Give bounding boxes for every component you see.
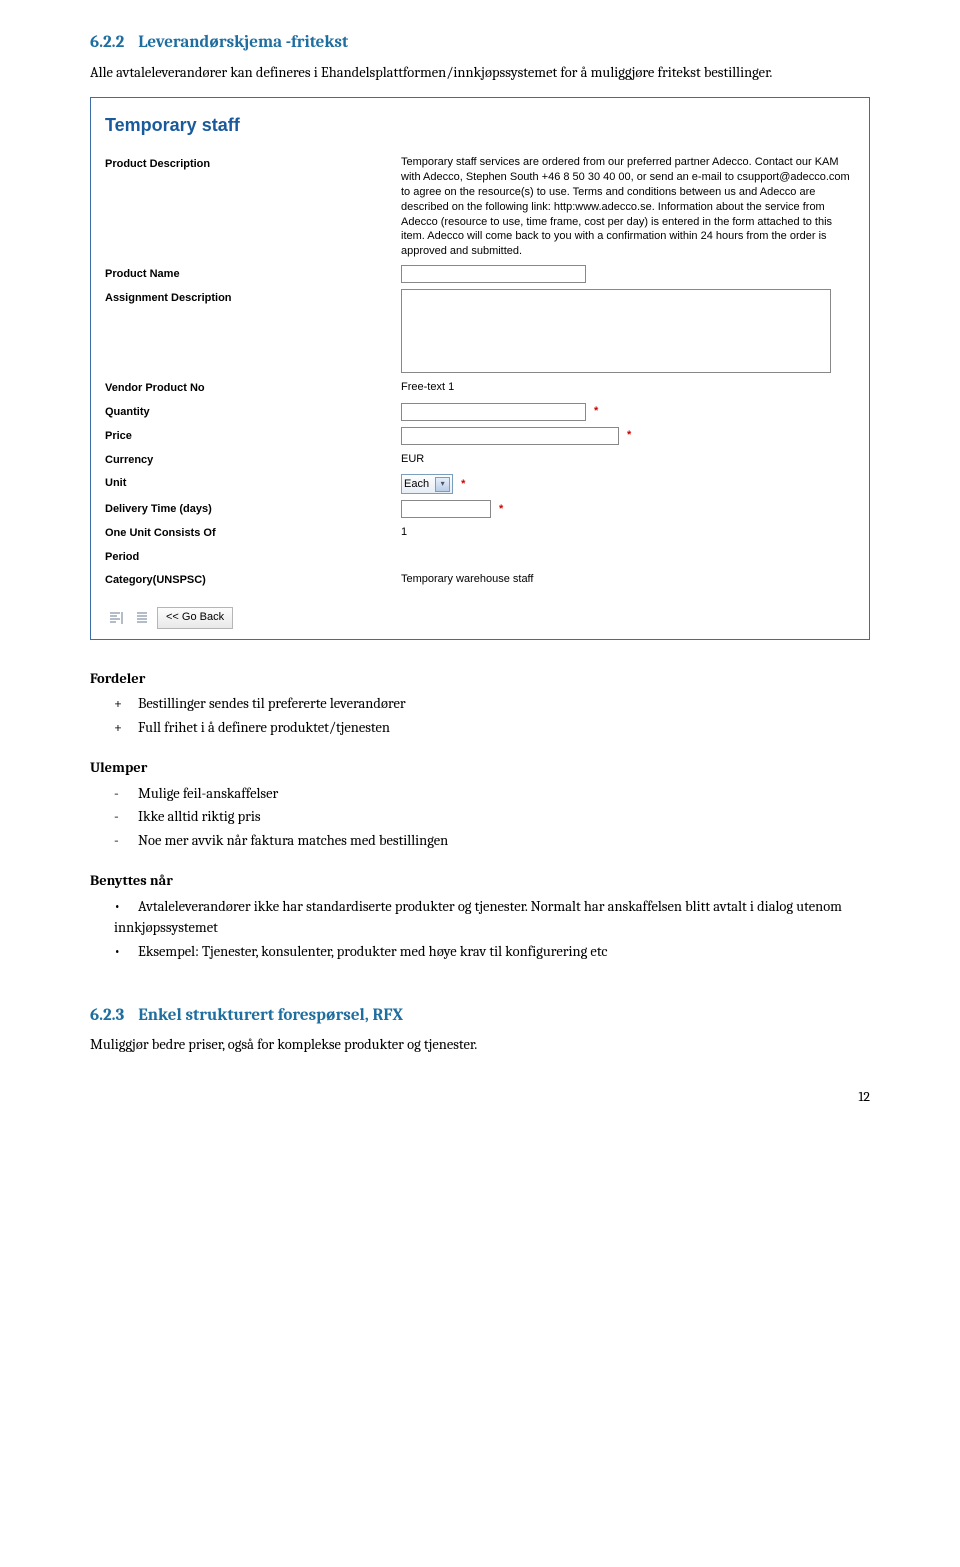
unit-select-value: Each — [404, 476, 429, 493]
row-product-name: Product Name — [101, 265, 859, 283]
list-item: Avtaleleverandører ikke har standardiser… — [114, 896, 870, 940]
section-body-623: Muliggjør bedre priser, også for komplek… — [90, 1034, 870, 1056]
label-product-name: Product Name — [101, 265, 401, 283]
benyttes-list: Avtaleleverandører ikke har standardiser… — [90, 896, 870, 963]
list-item: Full frihet i å definere produktet/tjene… — [138, 717, 870, 739]
list-item: Ikke alltid riktig pris — [138, 806, 870, 828]
section-heading-622: 6.2.2 Leverandørskjema -fritekst — [90, 30, 870, 56]
list-item: Bestillinger sendes til prefererte lever… — [138, 693, 870, 715]
fordeler-heading: Fordeler — [90, 668, 870, 690]
row-currency: Currency EUR — [101, 451, 859, 469]
benyttes-block: Benyttes når Avtaleleverandører ikke har… — [90, 870, 870, 963]
section-title: Leverandørskjema -fritekst — [138, 33, 348, 52]
value-currency: EUR — [401, 451, 859, 468]
row-assignment-description: Assignment Description — [101, 289, 859, 373]
section-body-622: Alle avtaleleverandører kan defineres i … — [90, 62, 870, 84]
ulemper-heading: Ulemper — [90, 757, 870, 779]
product-name-field[interactable] — [401, 265, 586, 283]
label-product-description: Product Description — [101, 155, 401, 173]
assignment-description-field[interactable] — [401, 289, 831, 373]
page-number: 12 — [90, 1086, 870, 1107]
section-title: Enkel strukturert forespørsel, RFX — [138, 1006, 403, 1025]
value-vendor-product-no: Free-text 1 — [401, 379, 859, 396]
go-back-button[interactable]: << Go Back — [157, 607, 233, 629]
row-product-description: Product Description Temporary staff serv… — [101, 155, 859, 259]
list-item: Noe mer avvik når faktura matches med be… — [138, 830, 870, 852]
label-price: Price — [101, 427, 401, 445]
chevron-down-icon: ▾ — [435, 477, 450, 492]
section-number: 6.2.3 — [90, 1006, 124, 1025]
label-vendor-product-no: Vendor Product No — [101, 379, 401, 397]
required-mark: * — [461, 476, 465, 493]
row-quantity: Quantity * — [101, 403, 859, 421]
row-vendor-product-no: Vendor Product No Free-text 1 — [101, 379, 859, 397]
label-one-unit-consists-of: One Unit Consists Of — [101, 524, 401, 542]
align-justify-icon[interactable] — [131, 607, 153, 629]
form-temporary-staff: Temporary staff Product Description Temp… — [90, 97, 870, 639]
quantity-field[interactable] — [401, 403, 586, 421]
price-field[interactable] — [401, 427, 619, 445]
label-category: Category(UNSPSC) — [101, 571, 401, 589]
fordeler-block: Fordeler Bestillinger sendes til prefere… — [90, 668, 870, 739]
benyttes-heading: Benyttes når — [90, 870, 870, 892]
label-unit: Unit — [101, 474, 401, 492]
required-mark: * — [499, 501, 503, 518]
required-mark: * — [594, 403, 598, 420]
align-left-icon[interactable] — [105, 607, 127, 629]
section-heading-623: 6.2.3 Enkel strukturert forespørsel, RFX — [90, 1003, 870, 1029]
unit-select[interactable]: Each ▾ — [401, 474, 453, 494]
required-mark: * — [627, 427, 631, 444]
label-currency: Currency — [101, 451, 401, 469]
delivery-time-field[interactable] — [401, 500, 491, 518]
row-unit: Unit Each ▾ * — [101, 474, 859, 494]
form-footer: << Go Back — [101, 607, 859, 629]
ulemper-block: Ulemper Mulige feil-anskaffelser Ikke al… — [90, 757, 870, 852]
row-delivery-time: Delivery Time (days) * — [101, 500, 859, 518]
label-period: Period — [101, 548, 401, 566]
value-category: Temporary warehouse staff — [401, 571, 859, 588]
value-product-description: Temporary staff services are ordered fro… — [401, 155, 851, 259]
row-one-unit-consists-of: One Unit Consists Of 1 — [101, 524, 859, 542]
list-item: Mulige feil-anskaffelser — [138, 783, 870, 805]
section-number: 6.2.2 — [90, 33, 124, 52]
row-price: Price * — [101, 427, 859, 445]
form-title: Temporary staff — [105, 112, 859, 139]
row-period: Period — [101, 548, 859, 566]
label-delivery-time: Delivery Time (days) — [101, 500, 401, 518]
row-category: Category(UNSPSC) Temporary warehouse sta… — [101, 571, 859, 589]
go-back-label: << Go Back — [166, 609, 224, 626]
ulemper-list: Mulige feil-anskaffelser Ikke alltid rik… — [90, 783, 870, 852]
fordeler-list: Bestillinger sendes til prefererte lever… — [90, 693, 870, 739]
label-assignment-description: Assignment Description — [101, 289, 401, 307]
label-quantity: Quantity — [101, 403, 401, 421]
list-item: Eksempel: Tjenester, konsulenter, produk… — [114, 941, 870, 963]
value-one-unit-consists-of: 1 — [401, 524, 859, 541]
